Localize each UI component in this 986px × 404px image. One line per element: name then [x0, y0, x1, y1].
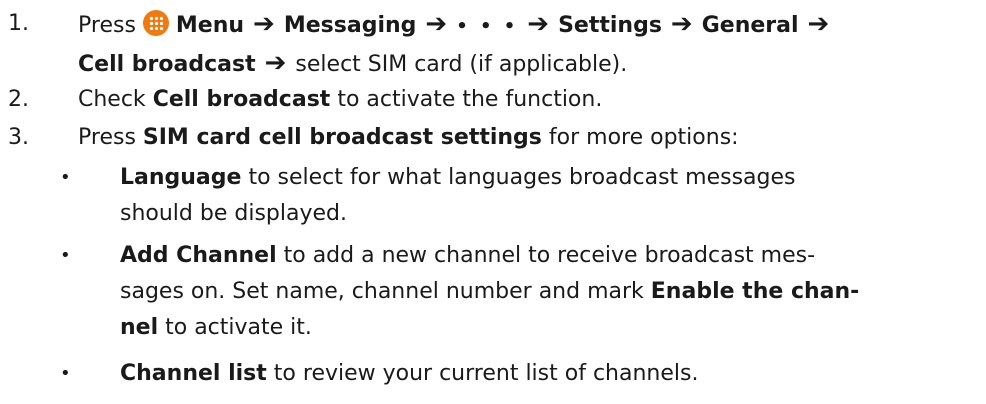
path-messaging: Messaging — [283, 13, 417, 38]
bullet-bold: Enable the chan- — [650, 279, 860, 304]
step-number: 3. — [8, 125, 29, 150]
arrow-right-icon: ➔ — [253, 9, 275, 39]
bullet-bold: Language — [120, 165, 242, 190]
bullet-line-1: Add Channel to add a new channel to rece… — [120, 238, 970, 274]
arrow-right-icon: ➔ — [425, 9, 448, 39]
arrow-right-icon: ➔ — [264, 48, 287, 78]
step-text: Press SIM card cell broadcast settings f… — [78, 120, 978, 156]
press-word: Press — [78, 13, 136, 38]
bullet-text: to select for what languages broadcast m… — [248, 165, 796, 190]
step-number: 1. — [8, 11, 29, 36]
arrow-right-icon: ➔ — [670, 9, 693, 39]
bullet-bold: Add Channel — [120, 243, 277, 268]
arrow-right-icon: ➔ — [527, 9, 550, 39]
step-1-line-2: Cell broadcast ➔ select SIM card (if app… — [78, 45, 978, 83]
step-1-tail: select SIM card (if applicable). — [295, 52, 628, 77]
bullet-bold: nel — [120, 315, 159, 340]
bullet-symbol: • — [60, 363, 71, 384]
step-suffix: to activate the function. — [337, 87, 603, 112]
bullet-text: sages on. Set name, channel number and m… — [120, 279, 644, 304]
bullet-symbol: • — [60, 245, 71, 266]
path-settings: Settings — [558, 13, 662, 38]
step-prefix: Press — [78, 125, 136, 150]
step-bold: Cell broadcast — [152, 87, 331, 112]
instruction-document: 1. Press Menu ➔ Messaging ➔ • • • ➔ Sett… — [0, 0, 986, 404]
step-suffix: for more options: — [548, 125, 739, 150]
bullet-text: should be displayed. — [120, 201, 347, 226]
bullet-line-2: should be displayed. — [120, 196, 970, 232]
arrow-right-icon: ➔ — [807, 9, 830, 39]
bullet-symbol: • — [60, 167, 71, 188]
bullet-bold: Channel list — [120, 361, 267, 386]
step-text: Check Cell broadcast to activate the fun… — [78, 82, 978, 118]
step-bold: SIM card cell broadcast settings — [142, 125, 542, 150]
bullet-line-1: Language to select for what languages br… — [120, 160, 970, 196]
step-1-line-1: Press Menu ➔ Messaging ➔ • • • ➔ Setting… — [78, 6, 978, 45]
path-menu: Menu — [175, 13, 245, 38]
step-prefix: Check — [78, 87, 146, 112]
bullet-language: • Language to select for what languages … — [60, 160, 970, 232]
bullet-text: to add a new channel to receive broadcas… — [283, 243, 816, 268]
bullet-add-channel: • Add Channel to add a new channel to re… — [60, 238, 970, 346]
bullet-line-2: sages on. Set name, channel number and m… — [120, 274, 970, 310]
bullet-line-1: Channel list to review your current list… — [120, 356, 970, 392]
step-number: 2. — [8, 87, 29, 112]
step-text: Press Menu ➔ Messaging ➔ • • • ➔ Setting… — [78, 6, 978, 83]
more-options-icon: • • • — [456, 16, 519, 37]
menu-icon — [142, 10, 169, 36]
bullet-text: to activate it. — [165, 315, 312, 340]
bullet-text: to review your current list of channels. — [273, 361, 699, 386]
bullet-channel-list: • Channel list to review your current li… — [60, 356, 970, 392]
bullet-line-3: nel to activate it. — [120, 310, 970, 346]
path-general: General — [701, 13, 799, 38]
path-cell-broadcast: Cell broadcast — [78, 52, 256, 77]
